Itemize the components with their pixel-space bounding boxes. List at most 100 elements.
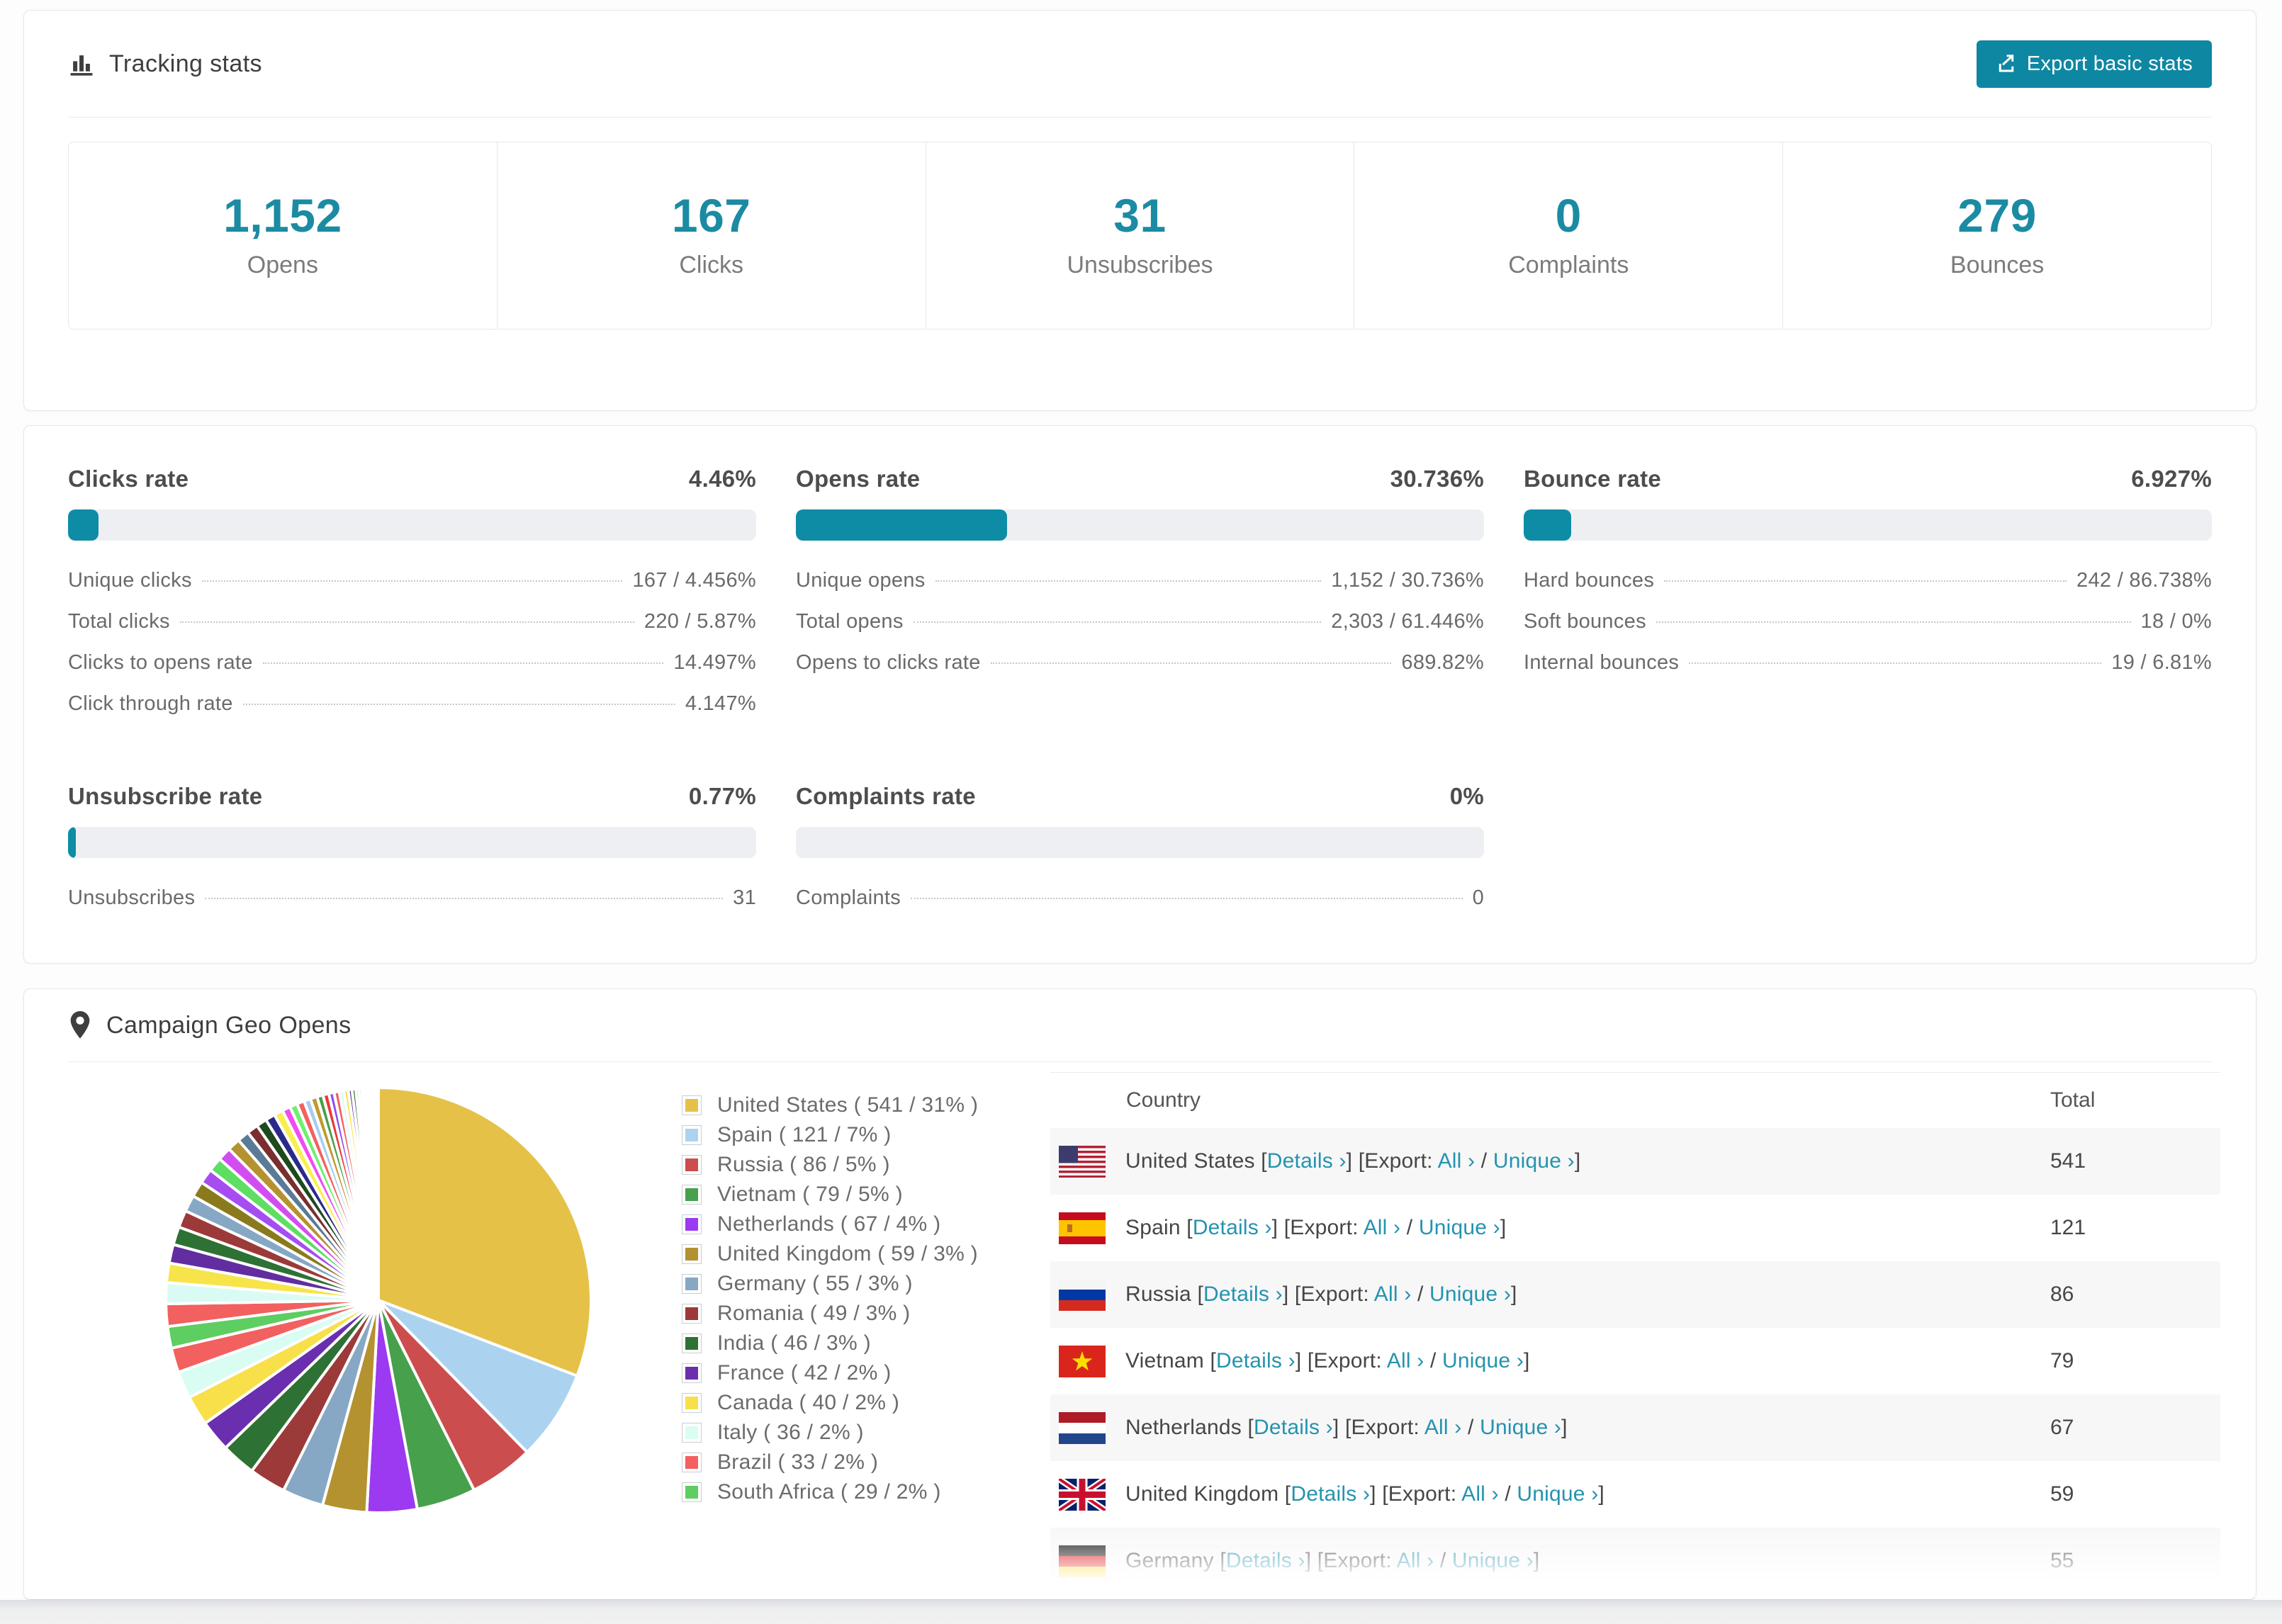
- legend-swatch: [682, 1274, 702, 1294]
- export-all-link[interactable]: All ›: [1461, 1482, 1499, 1506]
- dotted-leader: [990, 662, 1392, 664]
- stat-value: 31: [1113, 189, 1167, 242]
- export-icon: [1996, 53, 2017, 74]
- bracket: ]: [1305, 1549, 1317, 1572]
- us-flag-icon: [1059, 1145, 1106, 1178]
- legend-label: France ( 42 / 2% ): [717, 1361, 892, 1385]
- legend-label: Germany ( 55 / 3% ): [717, 1272, 913, 1295]
- bracket: ]: [1574, 1149, 1581, 1173]
- legend-item: Germany ( 55 / 3% ): [682, 1269, 1050, 1299]
- stat-label: Complaints: [1508, 252, 1629, 278]
- export-button-label: Export basic stats: [2026, 52, 2193, 75]
- details-link[interactable]: Details ›: [1216, 1349, 1295, 1372]
- nl-flag-icon: [1059, 1411, 1106, 1444]
- rate-stat-value: 1,152 / 30.736%: [1331, 569, 1484, 592]
- legend-label: Vietnam ( 79 / 5% ): [717, 1183, 903, 1206]
- export-all-link[interactable]: All ›: [1364, 1216, 1401, 1239]
- export-all-link[interactable]: All ›: [1438, 1149, 1476, 1173]
- table-row-united-states: United States [Details ›] [Export: All ›…: [1050, 1128, 2220, 1195]
- export-unique-link[interactable]: Unique ›: [1480, 1416, 1561, 1439]
- rate-percent-value: 6.927%: [2131, 466, 2212, 492]
- link-separator: /: [1434, 1549, 1452, 1572]
- legend-swatch: [682, 1214, 702, 1234]
- export-unique-link[interactable]: Unique ›: [1517, 1482, 1598, 1506]
- rate-title: Clicks rate: [68, 466, 189, 492]
- export-basic-stats-button[interactable]: Export basic stats: [1976, 40, 2212, 88]
- country-links: Netherlands [Details ›] [Export: All › /…: [1125, 1416, 1568, 1440]
- link-separator: /: [1424, 1349, 1443, 1372]
- bar-chart-icon: [68, 50, 95, 77]
- legend-item: Netherlands ( 67 / 4% ): [682, 1209, 1050, 1239]
- rate-stat-row: Clicks to opens rate 14.497%: [68, 651, 756, 692]
- dotted-leader: [911, 898, 1463, 899]
- country-name: Netherlands: [1125, 1416, 1248, 1439]
- legend-label: Italy ( 36 / 2% ): [717, 1421, 864, 1444]
- details-link[interactable]: Details ›: [1254, 1416, 1333, 1439]
- column-header-country: Country: [1126, 1088, 1201, 1112]
- rate-stat-label: Total clicks: [68, 610, 170, 633]
- legend-swatch: [682, 1244, 702, 1264]
- country-cell: Vietnam [Details ›] [Export: All › / Uni…: [1050, 1345, 2050, 1377]
- details-link[interactable]: Details ›: [1193, 1216, 1272, 1239]
- rate-section-opens-rate: Opens rate 30.736% Unique opens 1,152 / 30.…: [796, 466, 1484, 733]
- export-unique-link[interactable]: Unique ›: [1419, 1216, 1500, 1239]
- total-cell: 86: [2050, 1282, 2074, 1306]
- rate-stat-value: 14.497%: [673, 651, 756, 674]
- stat-cell-clicks: 167 Clicks: [498, 142, 926, 329]
- rate-stat-label: Total opens: [796, 610, 904, 633]
- export-unique-link[interactable]: Unique ›: [1493, 1149, 1575, 1173]
- geo-title: Campaign Geo Opens: [106, 1011, 352, 1039]
- tracking-stats-header: Tracking stats Export basic stats: [24, 11, 2256, 117]
- legend-swatch: [682, 1185, 702, 1205]
- legend-label: Netherlands ( 67 / 4% ): [717, 1212, 941, 1236]
- stat-label: Bounces: [1950, 252, 2045, 278]
- legend-item: Russia ( 86 / 5% ): [682, 1150, 1050, 1180]
- stat-value: 1,152: [223, 189, 342, 242]
- details-link[interactable]: Details ›: [1226, 1549, 1305, 1572]
- export-unique-link[interactable]: Unique ›: [1442, 1349, 1524, 1372]
- details-link[interactable]: Details ›: [1267, 1149, 1347, 1173]
- stat-cell-bounces: 279 Bounces: [1783, 142, 2211, 329]
- bracket: [: [1220, 1549, 1226, 1572]
- export-all-link[interactable]: All ›: [1424, 1416, 1462, 1439]
- export-unique-link[interactable]: Unique ›: [1452, 1549, 1534, 1572]
- stat-cell-complaints: 0 Complaints: [1354, 142, 1784, 329]
- progress-bar: [1524, 509, 2212, 541]
- country-name: United Kingdom: [1125, 1482, 1285, 1506]
- export-unique-link[interactable]: Unique ›: [1429, 1282, 1511, 1306]
- rate-stat-value: 19 / 6.81%: [2111, 651, 2212, 674]
- legend-label: India ( 46 / 3% ): [717, 1331, 871, 1355]
- legend-label: United Kingdom ( 59 / 3% ): [717, 1242, 978, 1265]
- details-link[interactable]: Details ›: [1291, 1482, 1370, 1506]
- stat-label: Opens: [247, 252, 318, 278]
- country-cell: Russia [Details ›] [Export: All › / Uniq…: [1050, 1278, 2050, 1311]
- export-prefix: [Export:: [1307, 1349, 1387, 1372]
- rate-stat-label: Unique opens: [796, 569, 926, 592]
- table-row-netherlands: Netherlands [Details ›] [Export: All › /…: [1050, 1394, 2220, 1461]
- rate-stat-row: Total clicks 220 / 5.87%: [68, 610, 756, 651]
- rate-stat-value: 31: [733, 886, 756, 909]
- dotted-leader: [1689, 662, 2102, 664]
- export-all-link[interactable]: All ›: [1387, 1349, 1424, 1372]
- tracking-stats-card: Tracking stats Export basic stats 1,152 O…: [23, 10, 2256, 411]
- link-separator: /: [1498, 1482, 1517, 1506]
- dotted-leader: [935, 580, 1322, 582]
- export-prefix: [Export:: [1358, 1149, 1438, 1173]
- country-links: Vietnam [Details ›] [Export: All › / Uni…: [1125, 1349, 1530, 1373]
- de-flag-icon: [1059, 1545, 1106, 1577]
- legend-swatch: [682, 1453, 702, 1472]
- export-prefix: [Export:: [1382, 1482, 1462, 1506]
- country-cell: United States [Details ›] [Export: All ›…: [1050, 1145, 2050, 1178]
- total-cell: 121: [2050, 1216, 2086, 1239]
- bracket: [: [1210, 1349, 1216, 1372]
- rate-percent-value: 0%: [1449, 783, 1484, 809]
- details-link[interactable]: Details ›: [1203, 1282, 1283, 1306]
- export-all-link[interactable]: All ›: [1374, 1282, 1412, 1306]
- progress-bar: [68, 827, 756, 858]
- progress-bar: [68, 509, 756, 541]
- rate-percent-value: 4.46%: [688, 466, 756, 492]
- legend-item: Canada ( 40 / 2% ): [682, 1388, 1050, 1418]
- legend-label: Brazil ( 33 / 2% ): [717, 1450, 879, 1474]
- export-all-link[interactable]: All ›: [1397, 1549, 1434, 1572]
- total-cell: 55: [2050, 1549, 2074, 1572]
